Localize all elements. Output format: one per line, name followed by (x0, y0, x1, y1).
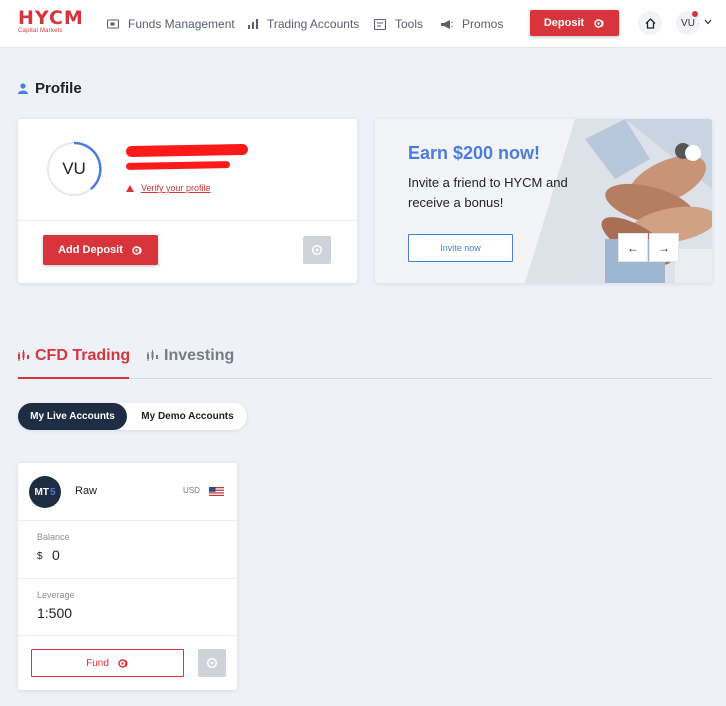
account-type-toggle: My Live Accounts My Demo Accounts (18, 403, 247, 430)
trading-account-card: MT 5 Raw USD Balance $ 0 Leverage 1:500 F… (18, 463, 237, 690)
divider (18, 578, 237, 579)
tools-icon (374, 18, 386, 30)
nav-funds-management[interactable]: Funds Management (107, 15, 235, 33)
divider (18, 520, 237, 521)
my-demo-accounts-pill[interactable]: My Demo Accounts (128, 403, 247, 430)
coins-icon (594, 18, 604, 28)
notification-dot (692, 11, 698, 17)
verify-label: Verify your profile (141, 183, 211, 193)
bar-chart-icon (248, 19, 258, 29)
add-deposit-button[interactable]: Add Deposit (43, 235, 158, 265)
candlestick-icon (147, 350, 158, 361)
nav-label: Promos (462, 17, 504, 31)
invite-now-button[interactable]: Invite now (408, 234, 513, 262)
deposit-label: Deposit (543, 17, 585, 29)
logo-tagline: Capital Markets (18, 28, 63, 34)
nav-label: Funds Management (128, 17, 235, 31)
user-icon (18, 83, 28, 94)
hycm-logo[interactable]: HYCM Capital Markets (18, 7, 84, 37)
leverage-label: Leverage (37, 590, 75, 600)
tab-cfd-trading[interactable]: CFD Trading (18, 347, 130, 365)
home-icon (645, 17, 655, 29)
chevron-down-icon[interactable] (704, 19, 712, 25)
profile-settings-button[interactable] (303, 236, 331, 264)
nav-trading-accounts[interactable]: Trading Accounts (248, 15, 359, 33)
carousel-next-button[interactable]: → (649, 233, 679, 262)
divider (18, 635, 237, 636)
profile-avatar: VU (46, 141, 102, 197)
nav-label: Trading Accounts (267, 17, 360, 31)
fund-label: Fund (86, 657, 109, 669)
my-live-accounts-pill[interactable]: My Live Accounts (18, 403, 127, 430)
top-navbar: HYCM Capital Markets Funds Management Tr… (0, 0, 726, 48)
divider (18, 220, 357, 221)
account-settings-button[interactable] (198, 649, 226, 677)
profile-heading: Profile (18, 80, 82, 97)
promo-title: Earn $200 now! (408, 143, 541, 163)
balance-value: 0 (52, 547, 60, 563)
user-initials: VU (681, 17, 695, 29)
gear-icon (206, 657, 218, 669)
coins-icon (118, 658, 128, 668)
fund-button[interactable]: Fund (31, 649, 184, 677)
leverage-value: 1:500 (37, 605, 73, 621)
megaphone-icon (441, 19, 453, 29)
us-flag-icon (209, 487, 224, 496)
redaction-mark (125, 161, 231, 170)
profile-card: VU Verify your profile Add Deposit (18, 119, 357, 283)
carousel-prev-button[interactable]: ← (618, 233, 648, 262)
add-deposit-label: Add Deposit (58, 244, 123, 256)
tab-label: Investing (164, 347, 235, 364)
redaction-mark (125, 143, 249, 158)
coins-icon (132, 245, 142, 255)
nav-label: Tools (395, 17, 424, 31)
profile-initials: VU (62, 159, 86, 178)
balance-currency-symbol: $ (37, 551, 43, 562)
balance-label: Balance (37, 532, 70, 542)
warning-icon (126, 184, 134, 192)
platform-version: 5 (49, 486, 56, 498)
home-button[interactable] (638, 11, 662, 35)
account-type: Raw (75, 485, 98, 497)
promo-banner: Earn $200 now! Invite a friend to HYCM a… (375, 119, 712, 283)
candlestick-icon (18, 350, 29, 361)
deposit-button[interactable]: Deposit (530, 10, 619, 36)
platform-label: MT (34, 486, 49, 498)
nav-tools[interactable]: Tools (374, 15, 423, 33)
logo-text: HYCM (18, 7, 84, 29)
tab-investing[interactable]: Investing (147, 347, 234, 365)
verify-profile-link[interactable]: Verify your profile (126, 183, 211, 193)
gear-icon (311, 244, 323, 256)
wallet-icon (107, 19, 119, 29)
tab-label: CFD Trading (35, 347, 131, 364)
promo-text: Invite a friend to HYCM and receive a bo… (408, 175, 568, 210)
active-tab-indicator (18, 377, 129, 379)
nav-promos[interactable]: Promos (440, 15, 503, 33)
account-currency: USD (183, 486, 200, 495)
mt5-platform-badge: MT 5 (29, 476, 61, 508)
page-title: Profile (35, 80, 82, 97)
